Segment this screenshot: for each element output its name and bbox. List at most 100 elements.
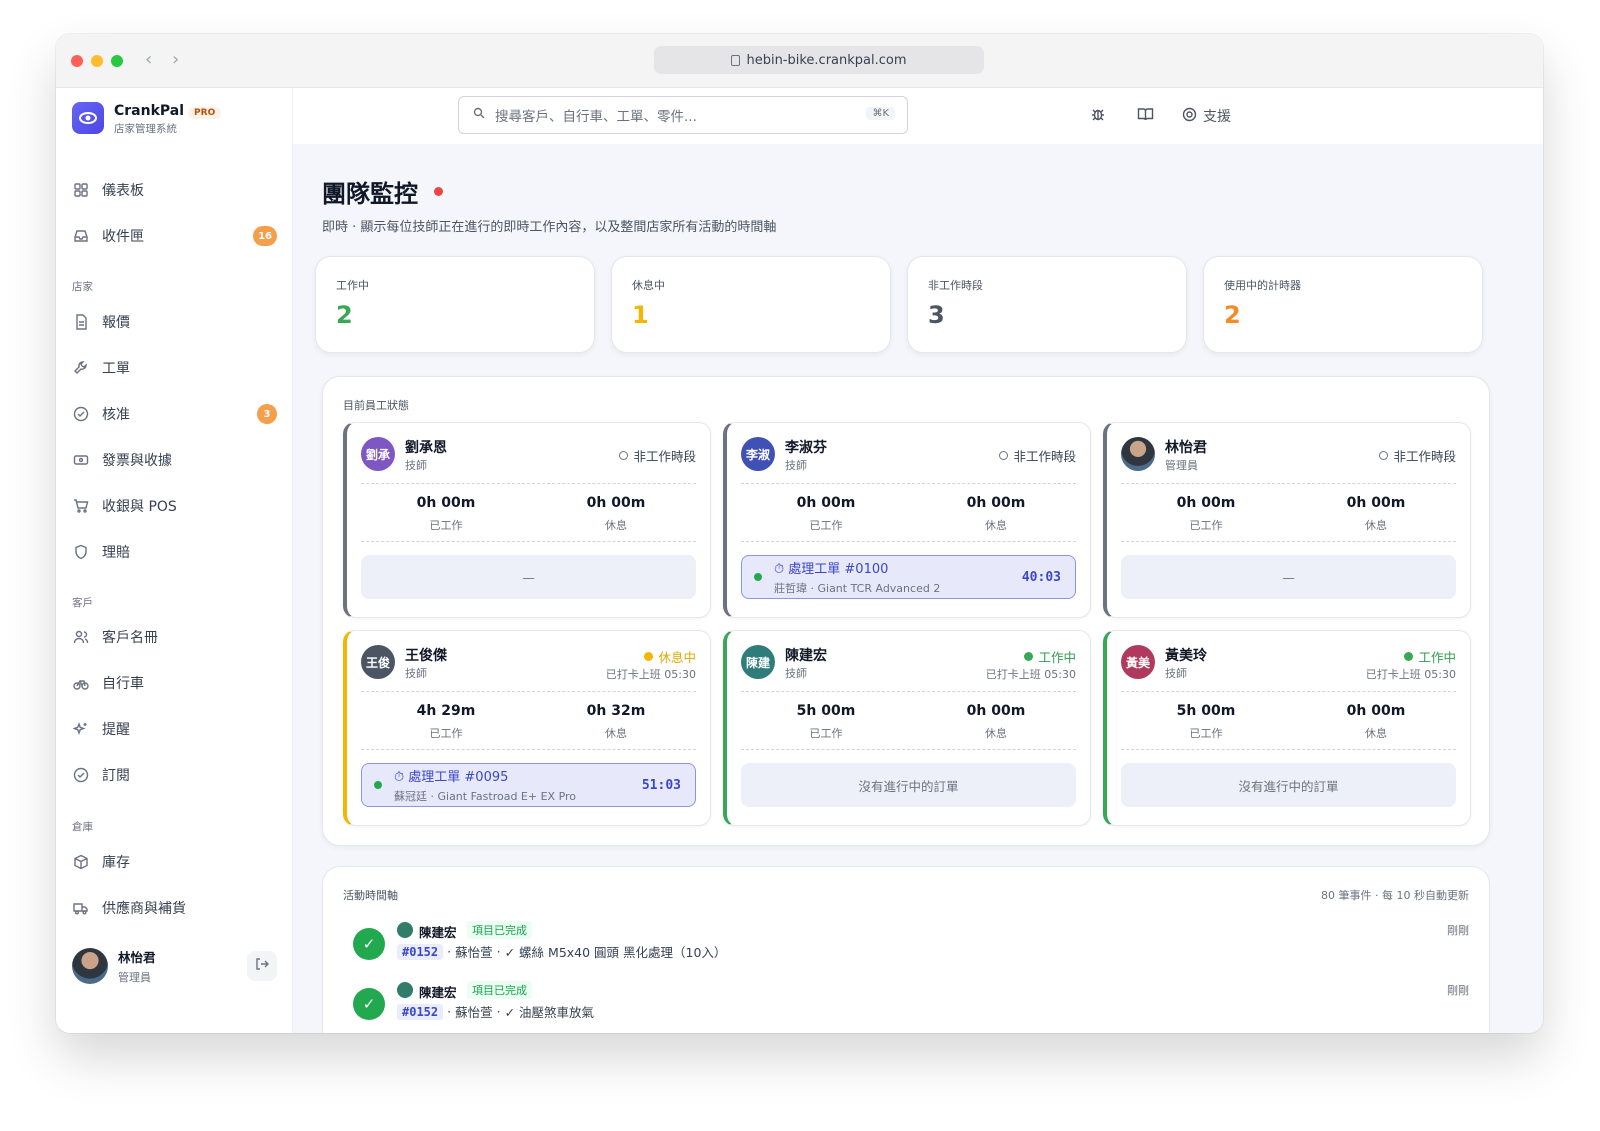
timeline-event[interactable]: ✓ 陳建宏 項目已完成 #0152 · 蘇怡萱 · ✓ 油壓煞車放氣 剛剛 [353, 981, 1469, 1033]
employee-card[interactable]: 陳建 陳建宏 技師 工作中 已打卡上班 05:30 5h 00m 已工作 0h 0… [723, 630, 1091, 826]
event-detail: ✓ 油壓煞車放氣 [504, 1005, 595, 1020]
divider [741, 483, 1076, 484]
employee-card[interactable]: 黃美 黃美玲 技師 工作中 已打卡上班 05:30 5h 00m 已工作 0h 0… [1103, 630, 1471, 826]
search-shortcut: ⌘K [866, 107, 895, 120]
support-button[interactable]: 支援 [1182, 106, 1231, 126]
current-user: 林怡君 管理員 [72, 947, 277, 985]
sidebar-item-dashboard[interactable]: 儀表板 [72, 172, 277, 208]
employee-card[interactable]: 林怡君 管理員 非工作時段 0h 00m 已工作 0h 00m 休息 — [1103, 422, 1471, 618]
brand[interactable]: CrankPal PRO 店家管理系統 [72, 100, 222, 136]
employee-name: 黃美玲 [1165, 648, 1207, 664]
timeline-meta: 80 筆事件 · 每 10 秒自動更新 [1321, 889, 1469, 902]
cart-icon [72, 497, 90, 515]
worked-metric: 4h 29m 已工作 [416, 703, 476, 740]
sidebar-item-label: 訂閱 [102, 768, 130, 784]
sidebar-item-subscriptions[interactable]: 訂閱 [72, 757, 277, 793]
close-window-button[interactable] [71, 55, 83, 67]
sidebar-item-pos[interactable]: 收銀與 POS [72, 488, 277, 524]
status-badge: 非工作時段 [619, 446, 696, 465]
current-job-slot[interactable]: ⏱ 處理工單 #0100 莊哲瑋 · Giant TCR Advanced 2 … [741, 555, 1076, 599]
sidebar-item-bikes[interactable]: 自行車 [72, 665, 277, 701]
search-input[interactable]: 搜尋客戶、自行車、工單、零件... ⌘K [458, 96, 908, 134]
employee-role: 技師 [405, 667, 427, 680]
worked-metric: 5h 00m 已工作 [1176, 703, 1236, 740]
minimize-window-button[interactable] [91, 55, 103, 67]
divider [361, 483, 696, 484]
live-indicator-dot [434, 187, 443, 196]
sidebar-item-invoices[interactable]: 發票與收據 [72, 442, 277, 478]
divider [361, 691, 696, 692]
docs-book-icon[interactable] [1137, 106, 1154, 122]
status-badge: 非工作時段 [999, 446, 1076, 465]
zoom-window-button[interactable] [111, 55, 123, 67]
job-link[interactable]: ⏱ 處理工單 #0095 [394, 766, 576, 785]
sidebar-item-claims[interactable]: 理賠 [72, 534, 277, 570]
order-link[interactable]: #0152 [397, 943, 444, 960]
avatar [397, 922, 413, 938]
sidebar-item-customer-list[interactable]: 客戶名冊 [72, 619, 277, 655]
back-arrow-icon[interactable]: ‹ [145, 49, 152, 70]
sidebar-item-label: 工單 [102, 361, 130, 377]
box-icon [72, 853, 90, 871]
lifebuoy-icon [1182, 107, 1197, 126]
employee-card[interactable]: 王俊 王俊傑 技師 休息中 已打卡上班 05:30 4h 29m 已工作 0h 3… [343, 630, 711, 826]
sidebar-item-inventory[interactable]: 庫存 [72, 844, 277, 880]
job-link[interactable]: ⏱ 處理工單 #0100 [774, 558, 940, 577]
active-dot-icon [374, 781, 382, 789]
logout-button[interactable] [247, 951, 277, 981]
divider [1121, 749, 1456, 750]
current-job-slot[interactable]: ⏱ 處理工單 #0095 蘇冠廷 · Giant Fastroad E+ EX … [361, 763, 696, 807]
active-dot-icon [754, 573, 762, 581]
break-metric: 0h 00m 休息 [586, 495, 646, 532]
sidebar-item-label: 儀表板 [102, 183, 144, 199]
sidebar-item-quotes[interactable]: 報價 [72, 304, 277, 340]
pro-badge: PRO [188, 107, 222, 119]
wrench-icon [72, 359, 90, 377]
break-dot-icon [644, 652, 654, 661]
receipt-icon [72, 451, 90, 469]
order-link[interactable]: #0152 [397, 1003, 444, 1020]
bug-report-icon[interactable] [1090, 106, 1106, 122]
support-label: 支援 [1203, 109, 1231, 125]
page-subtitle: 即時 · 顯示每位技師正在進行的即時工作內容，以及整間店家所有活動的時間軸 [322, 220, 777, 235]
main-content: 團隊監控 即時 · 顯示每位技師正在進行的即時工作內容，以及整間店家所有活動的時… [293, 144, 1543, 1033]
avatar [1121, 437, 1155, 471]
address-bar[interactable]: hebin-bike.crankpal.com [654, 46, 984, 74]
stat-label: 非工作時段 [928, 279, 983, 292]
avatar: 陳建 [741, 645, 775, 679]
truck-icon [72, 899, 90, 917]
browser-titlebar: ‹ › hebin-bike.crankpal.com [56, 34, 1543, 88]
event-description: #0152 · 蘇怡萱 · ✓ 螺絲 M5x40 圓頭 黑化處理（10入） [397, 942, 726, 961]
sidebar-item-work-orders[interactable]: 工單 [72, 350, 277, 386]
employee-card[interactable]: 李淑 李淑芬 技師 非工作時段 0h 00m 已工作 0h 00m 休息 ⏱ 處理工… [723, 422, 1091, 618]
current-job-slot: 沒有進行中的訂單 [1121, 763, 1456, 807]
stat-value: 3 [928, 301, 945, 329]
sidebar-item-label: 客戶名冊 [102, 630, 158, 646]
stat-card-working: 工作中 2 [315, 256, 595, 353]
event-time: 剛剛 [1447, 984, 1469, 997]
forward-arrow-icon[interactable]: › [172, 49, 179, 70]
employee-role: 技師 [785, 667, 807, 680]
employee-role: 技師 [1165, 667, 1187, 680]
employee-name: 林怡君 [1165, 440, 1207, 456]
working-dot-icon [1404, 652, 1414, 661]
event-customer: 蘇怡萱 [455, 945, 493, 960]
dashboard-icon [72, 181, 90, 199]
sidebar-item-approvals[interactable]: 核准 3 [72, 396, 277, 432]
clock-in-time: 已打卡上班 05:30 [605, 668, 696, 681]
quote-icon [72, 313, 90, 331]
page-title: 團隊監控 [322, 174, 443, 209]
off-duty-ring-icon [999, 451, 1009, 460]
brand-subtitle: 店家管理系統 [114, 123, 177, 135]
sidebar-item-inbox[interactable]: 收件匣 16 [72, 218, 277, 254]
sidebar-item-label: 發票與收據 [102, 453, 172, 469]
break-metric: 0h 32m 休息 [586, 703, 646, 740]
sidebar-item-reminders[interactable]: 提醒 [72, 711, 277, 747]
divider [361, 749, 696, 750]
status-badge: 工作中 [1404, 647, 1456, 666]
employee-card[interactable]: 劉承 劉承恩 技師 非工作時段 0h 00m 已工作 0h 00m 休息 — [343, 422, 711, 618]
employee-role: 管理員 [1165, 459, 1198, 472]
timeline-event[interactable]: ✓ 陳建宏 項目已完成 #0152 · 蘇怡萱 · ✓ 螺絲 M5x40 圓頭 黑化… [353, 921, 1469, 978]
sidebar-item-suppliers[interactable]: 供應商與補貨 [72, 890, 277, 926]
stopwatch-icon: ⏱ [774, 562, 785, 577]
